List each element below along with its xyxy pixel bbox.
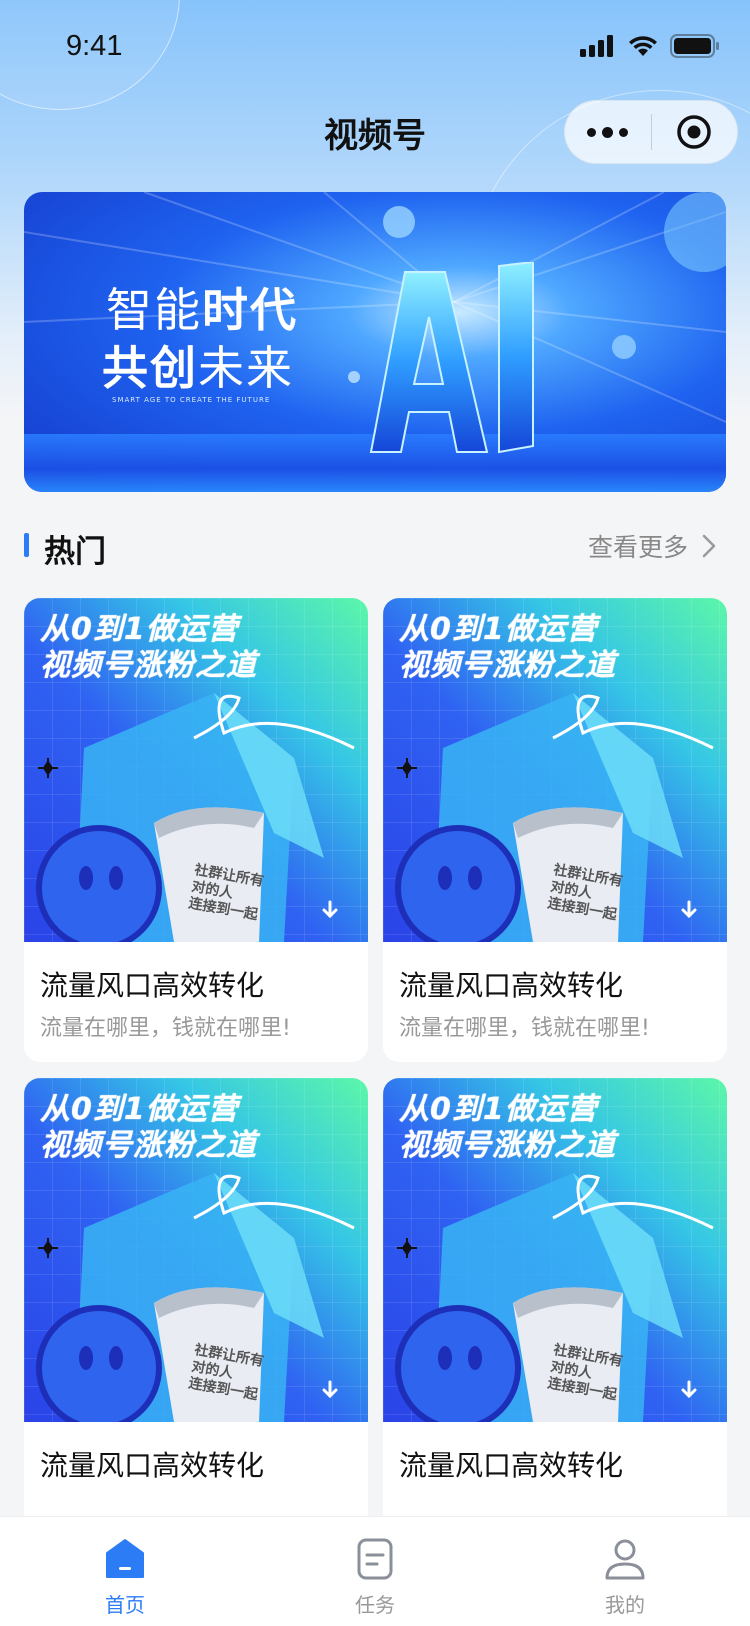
target-icon [677, 115, 711, 149]
tab-label: 首页 [105, 1593, 145, 1617]
cover-headline: 从0到1做运营 视频号涨粉之道 [40, 612, 257, 683]
close-miniapp-button[interactable] [652, 100, 738, 164]
card-title: 流量风口高效转化 [399, 969, 624, 1002]
profile-icon [605, 1539, 645, 1580]
banner-headline-line1: 智能时代 [106, 283, 298, 337]
video-card[interactable]: 从0到1做运营 视频号涨粉之道 社群让所有 对的人 连接到一起 流量风口高效转化 流量… [383, 598, 727, 1062]
video-card[interactable]: 从0到1做运营 视频号涨粉之道 社群让所有 对的人 连接到一起 流量风口高效转化 [24, 1078, 368, 1542]
status-icons [580, 34, 720, 58]
cover-headline: 从0到1做运营 视频号涨粉之道 [399, 1092, 616, 1163]
miniapp-capsule [564, 100, 738, 164]
video-cover: 从0到1做运营 视频号涨粉之道 社群让所有 对的人 连接到一起 [383, 1078, 727, 1422]
status-bar: 9:41 [0, 0, 750, 100]
tab-task[interactable]: 任务 [250, 1517, 500, 1626]
section-title: 热门 [44, 534, 106, 570]
hero-banner[interactable]: 智能时代 共创未来 SMART AGE TO CREATE THE FUTURE [24, 192, 726, 492]
cover-headline: 从0到1做运营 视频号涨粉之道 [399, 612, 616, 683]
bottom-tab-bar: 首页 任务 我的 [0, 1516, 750, 1626]
video-card[interactable]: 从0到1做运营 视频号涨粉之道 社群让所有 对的人 连接到一起 流量风口高效转化 [383, 1078, 727, 1542]
card-title: 流量风口高效转化 [40, 969, 265, 1002]
banner-subtitle: SMART AGE TO CREATE THE FUTURE [112, 396, 271, 404]
home-icon [106, 1539, 144, 1578]
status-time: 9:41 [66, 30, 123, 62]
video-cover: 从0到1做运营 视频号涨粉之道 社群让所有 对的人 连接到一起 [383, 598, 727, 942]
ai-logo [369, 262, 534, 454]
tab-label: 我的 [605, 1593, 645, 1617]
more-button[interactable] [565, 100, 651, 164]
see-more-label: 查看更多 [587, 533, 688, 562]
banner-headline-line2: 共创未来 [102, 341, 294, 395]
cover-headline: 从0到1做运营 视频号涨粉之道 [40, 1092, 257, 1163]
video-cover: 从0到1做运营 视频号涨粉之道 社群让所有 对的人 连接到一起 [24, 598, 368, 942]
tab-home[interactable]: 首页 [0, 1517, 250, 1626]
task-icon [357, 1538, 393, 1580]
section-accent-bar [24, 533, 29, 557]
battery-icon [670, 34, 719, 58]
more-dot-icon [602, 126, 614, 138]
card-title: 流量风口高效转化 [40, 1449, 265, 1482]
more-dot-icon [619, 127, 629, 137]
card-title: 流量风口高效转化 [399, 1449, 624, 1482]
video-cover: 从0到1做运营 视频号涨粉之道 社群让所有 对的人 连接到一起 [24, 1078, 368, 1422]
video-card[interactable]: 从0到1做运营 视频号涨粉之道 社群让所有 对的人 连接到一起 流量风口高效转化 流量… [24, 598, 368, 1062]
tab-label: 任务 [355, 1593, 395, 1617]
card-subtitle: 流量在哪里，钱就在哪里! [399, 1016, 650, 1041]
tab-profile[interactable]: 我的 [500, 1517, 750, 1626]
card-subtitle: 流量在哪里，钱就在哪里! [40, 1016, 291, 1041]
chevron-right-icon [702, 534, 716, 558]
more-dot-icon [587, 127, 597, 137]
see-more-link[interactable]: 查看更多 [588, 528, 716, 564]
wifi-icon [629, 36, 657, 56]
signal-icon [580, 35, 613, 57]
